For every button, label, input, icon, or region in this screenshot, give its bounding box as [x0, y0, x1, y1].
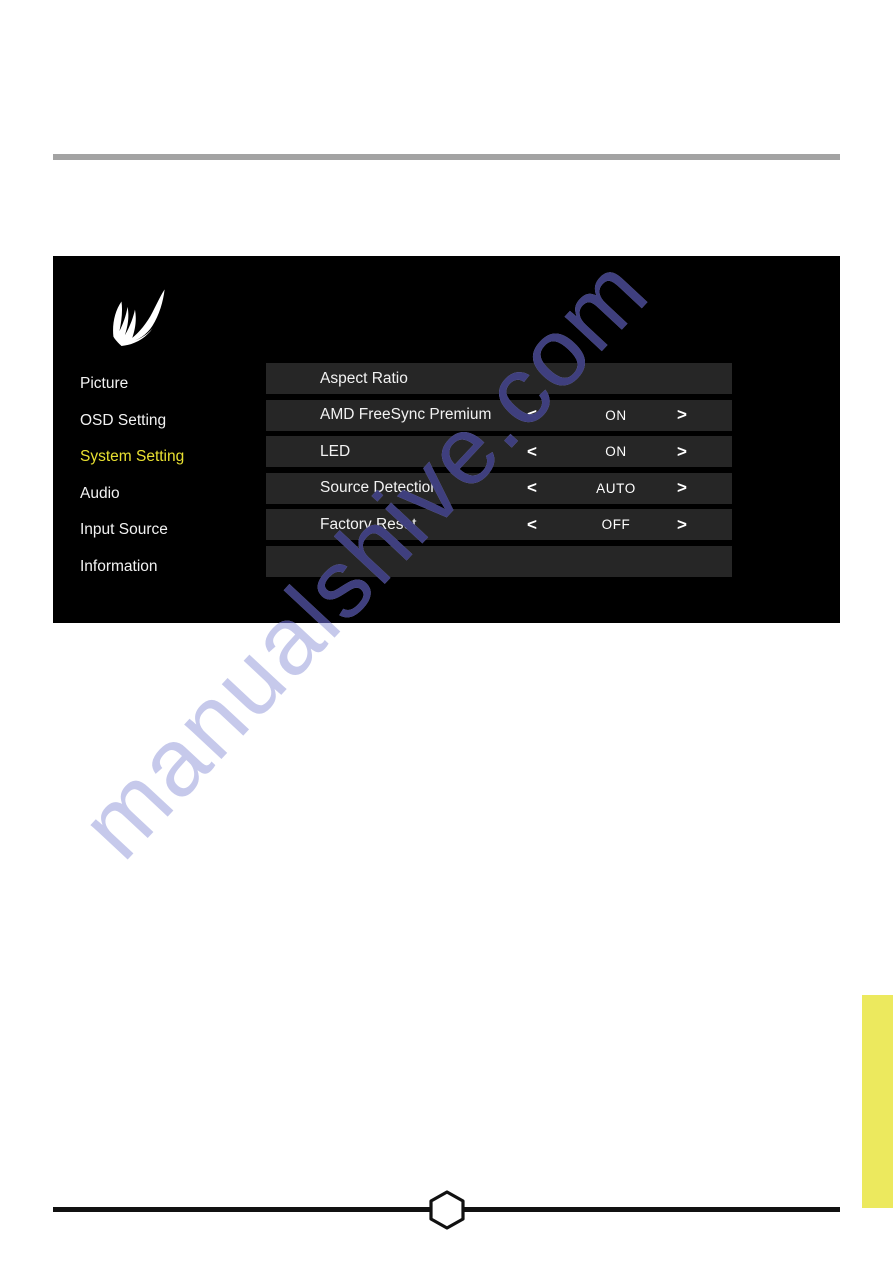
osd-row-value: AUTO	[596, 480, 636, 496]
osd-row-factory-reset[interactable]: Factory Reset < OFF >	[266, 509, 732, 541]
sidebar-item-input-source[interactable]: Input Source	[80, 512, 290, 549]
chevron-right-icon[interactable]: >	[677, 405, 687, 425]
chevron-right-icon[interactable]: >	[677, 515, 687, 535]
sidebar-item-label: Audio	[80, 484, 120, 502]
osd-row-label: Factory Reset	[320, 515, 417, 533]
osd-row-value: OFF	[601, 517, 631, 533]
osd-sidebar: Picture OSD Setting System Setting Audio…	[80, 366, 290, 586]
sidebar-item-picture[interactable]: Picture	[80, 366, 290, 403]
osd-row-source-detection[interactable]: Source Detection < AUTO >	[266, 472, 732, 504]
sidebar-item-label: System Setting	[80, 448, 185, 466]
top-divider-rule	[53, 154, 840, 160]
osd-row-value: ON	[605, 444, 627, 460]
section-index-tab	[862, 995, 893, 1208]
osd-row-label: AMD FreeSync Premium	[320, 406, 492, 424]
watermark-layer: manualshive.com	[0, 0, 893, 1263]
chevron-right-icon[interactable]: >	[677, 442, 687, 462]
sidebar-item-audio[interactable]: Audio	[80, 476, 290, 513]
sidebar-item-system-setting[interactable]: System Setting	[80, 439, 290, 476]
osd-menu-panel: Picture OSD Setting System Setting Audio…	[53, 256, 840, 623]
osd-row-aspect-ratio[interactable]: Aspect Ratio	[266, 363, 732, 394]
osd-row-amd-freesync-premium[interactable]: AMD FreeSync Premium < ON >	[266, 399, 732, 431]
osd-row-label: Source Detection	[320, 479, 439, 497]
osd-option-list: Aspect Ratio AMD FreeSync Premium < ON >…	[266, 363, 732, 583]
chevron-left-icon[interactable]: <	[527, 515, 537, 535]
sidebar-item-label: Input Source	[80, 521, 168, 539]
page-number-text	[428, 1190, 466, 1230]
chevron-left-icon[interactable]: <	[527, 442, 537, 462]
sidebar-item-information[interactable]: Information	[80, 549, 290, 586]
osd-row-label: Aspect Ratio	[320, 369, 408, 387]
chevron-right-icon[interactable]: >	[677, 478, 687, 498]
osd-row-led[interactable]: LED < ON >	[266, 436, 732, 468]
manual-page: Picture OSD Setting System Setting Audio…	[0, 0, 893, 1263]
sidebar-item-label: Picture	[80, 375, 129, 392]
osd-row-label: LED	[320, 442, 351, 460]
sidebar-item-osd-setting[interactable]: OSD Setting	[80, 403, 290, 440]
osd-row-value: ON	[605, 407, 627, 423]
chevron-left-icon[interactable]: <	[527, 478, 537, 498]
sidebar-item-label: OSD Setting	[80, 411, 167, 429]
osd-row-empty	[266, 545, 732, 577]
chevron-left-icon[interactable]: <	[527, 405, 537, 425]
corsair-sails-logo	[105, 284, 173, 346]
sidebar-item-label: Information	[80, 557, 158, 575]
